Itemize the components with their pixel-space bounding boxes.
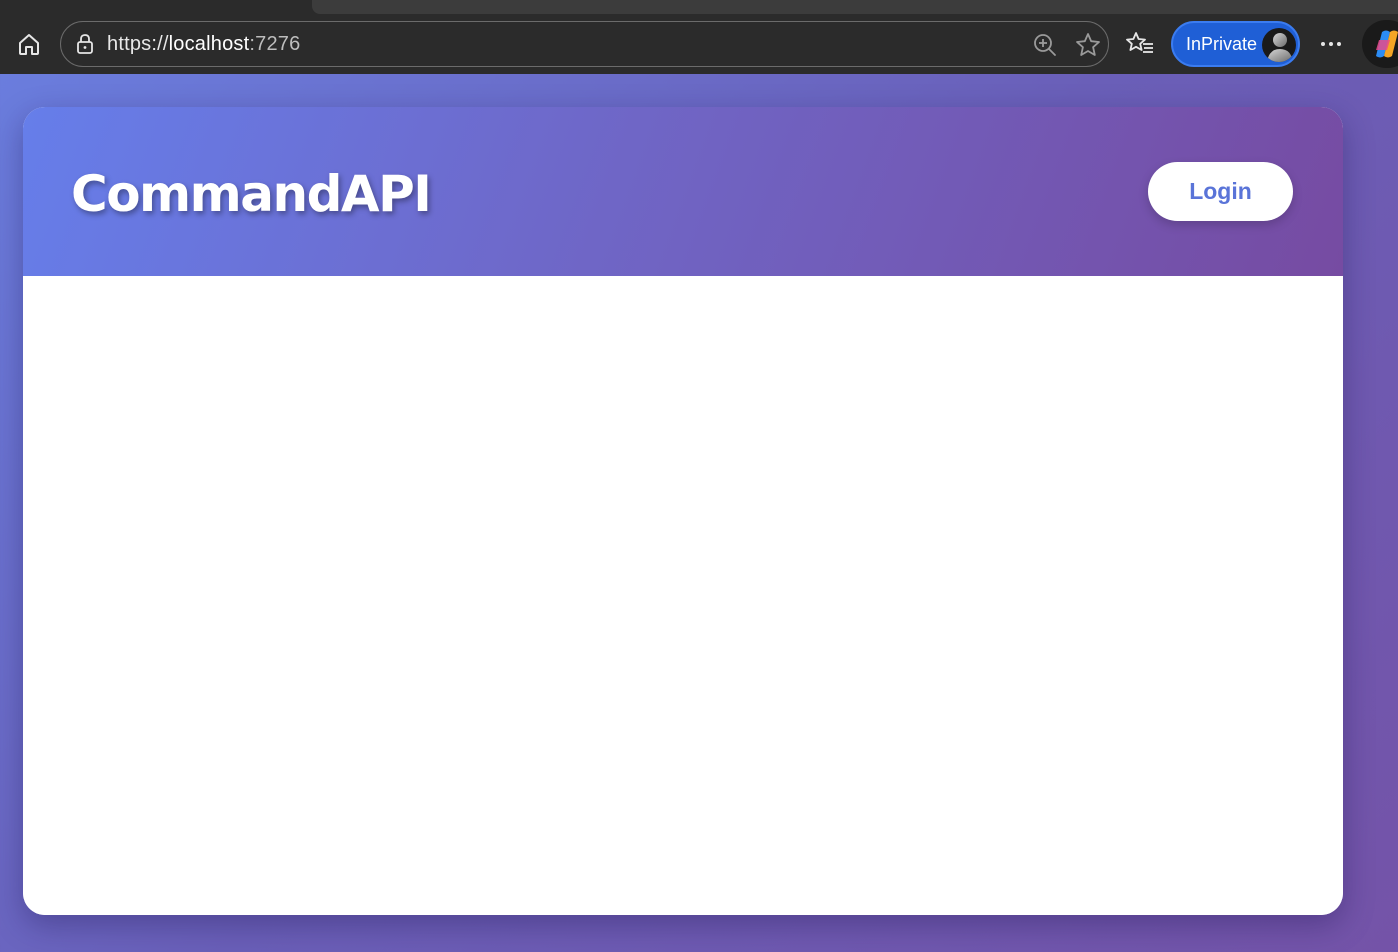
home-button[interactable] xyxy=(12,28,46,60)
address-bar[interactable]: https://localhost:7276 xyxy=(60,21,1109,67)
star-icon[interactable] xyxy=(1074,31,1102,59)
app-card: CommandAPI Login xyxy=(23,107,1343,915)
inprivate-label: InPrivate xyxy=(1186,34,1258,54)
app-content xyxy=(23,276,1343,915)
avatar-icon xyxy=(1262,28,1296,62)
favorites-icon[interactable] xyxy=(1125,30,1155,58)
app-title: CommandAPI xyxy=(71,165,432,223)
tab-strip xyxy=(312,0,1398,14)
zoom-in-icon[interactable] xyxy=(1032,32,1058,58)
home-icon xyxy=(19,34,39,55)
more-icon[interactable] xyxy=(1316,32,1346,56)
app-header: CommandAPI Login xyxy=(23,107,1343,276)
lock-icon[interactable] xyxy=(75,34,95,54)
url-host: localhost xyxy=(168,33,250,55)
copilot-icon[interactable] xyxy=(1362,20,1398,68)
url-text[interactable]: https://localhost:7276 xyxy=(107,33,300,56)
inprivate-button[interactable]: InPrivate xyxy=(1171,21,1300,67)
login-button[interactable]: Login xyxy=(1148,162,1293,221)
browser-toolbar: https://localhost:7276 InPrivate xyxy=(0,0,1398,74)
url-port: :7276 xyxy=(249,33,301,55)
url-scheme: https:// xyxy=(107,33,169,55)
